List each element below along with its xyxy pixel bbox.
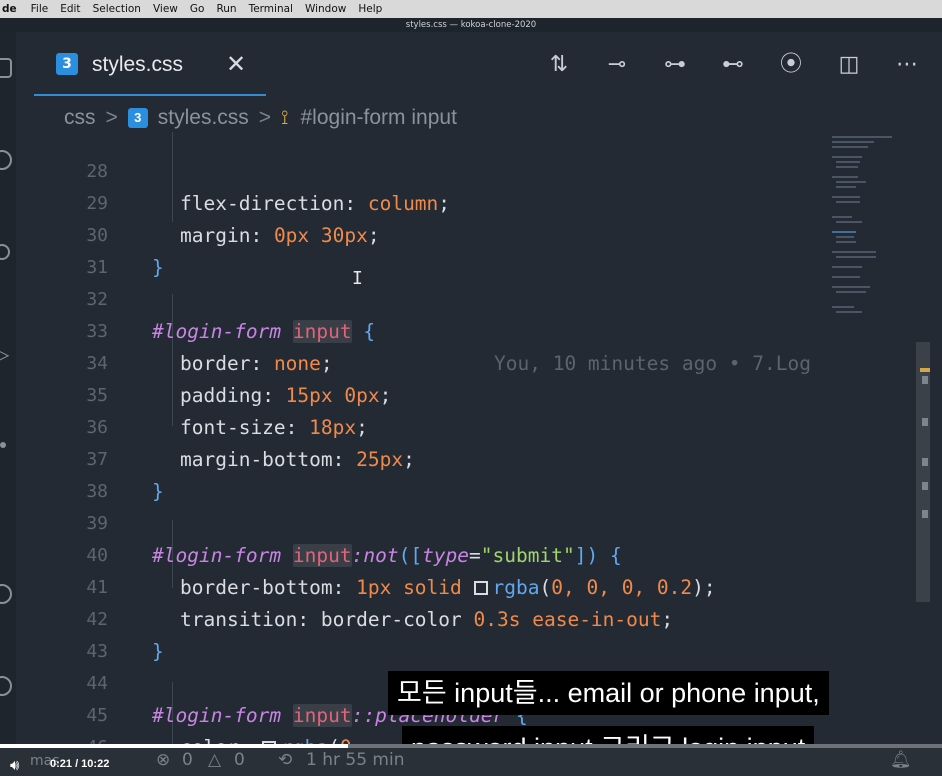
- code-line: 40 border-bottom: 1px solid rgba(0, 0, 0…: [86, 545, 716, 599]
- css-file-icon: 3: [127, 108, 148, 128]
- code-editor[interactable]: 28 flex-direction: column; 29 margin: 0p…: [16, 132, 916, 744]
- explorer-icon[interactable]: [0, 58, 12, 78]
- time-ago: 1 hr 55 min: [306, 750, 405, 770]
- warning-count: 0: [234, 750, 245, 770]
- go-back-icon[interactable]: ⊸: [602, 50, 632, 80]
- account-icon[interactable]: [0, 584, 12, 604]
- minimap[interactable]: [828, 132, 908, 322]
- editor-toolbar: ⇅ ⊸ ⊶ ⊷ ⦿ ◫ ⋯: [516, 50, 922, 80]
- extensions-icon[interactable]: [0, 442, 6, 448]
- code-line: 37 }: [86, 449, 164, 503]
- code-line: 42 }: [86, 609, 164, 663]
- tab-bar: 3 styles.css ✕ ⇅ ⊸ ⊶ ⊷ ⦿ ◫ ⋯: [16, 32, 942, 96]
- subtitle-line-1: 모든 input들... email or phone input,: [388, 671, 829, 715]
- history-icon[interactable]: ⟲: [278, 750, 292, 770]
- code-line: 41 transition: border-color 0.3s ease-in…: [86, 577, 674, 631]
- source-control-activity-icon[interactable]: [0, 244, 10, 260]
- app-menu[interactable]: de: [2, 3, 17, 15]
- split-editor-icon[interactable]: ◫: [834, 50, 864, 80]
- settings-gear-icon[interactable]: [0, 676, 12, 696]
- code-line: 36 margin-bottom: 25px;: [86, 417, 415, 471]
- activity-bar: ▷: [0, 32, 16, 776]
- more-icon[interactable]: ⋯: [892, 50, 922, 80]
- volume-icon[interactable]: 🔊︎: [10, 756, 19, 774]
- menu-go[interactable]: Go: [190, 3, 205, 15]
- code-line: 29 margin: 0px 30px;: [86, 193, 380, 247]
- menu-run[interactable]: Run: [216, 3, 236, 15]
- run-debug-icon[interactable]: ▷: [0, 342, 14, 366]
- close-icon[interactable]: ✕: [226, 50, 246, 78]
- code-line: 32 #login-form input { You, 10 minutes a…: [16, 252, 916, 375]
- menu-selection[interactable]: Selection: [93, 3, 141, 15]
- symbol-class-icon: ⟟: [281, 106, 289, 129]
- code-line: 30 }: [86, 225, 164, 279]
- code-line: 35 font-size: 18px;: [86, 385, 368, 439]
- chevron-right-icon: >: [105, 106, 118, 129]
- menu-edit[interactable]: Edit: [60, 3, 80, 15]
- git-compare-icon[interactable]: ⦿: [776, 50, 806, 80]
- breadcrumb-symbol[interactable]: #login-form input: [301, 106, 457, 130]
- menu-view[interactable]: View: [153, 3, 178, 15]
- menu-help[interactable]: Help: [358, 3, 382, 15]
- warning-icon[interactable]: △: [208, 750, 221, 770]
- menu-bar: de File Edit Selection View Go Run Termi…: [0, 0, 942, 18]
- code-line: 38: [86, 481, 108, 502]
- video-progress-fill: [0, 744, 348, 748]
- vertical-scrollbar[interactable]: [916, 132, 942, 744]
- error-icon[interactable]: ⊗: [156, 750, 170, 770]
- code-line: 43: [86, 641, 108, 662]
- git-commit-icon[interactable]: ⊶: [660, 50, 690, 80]
- css-file-icon: 3: [56, 53, 78, 75]
- chevron-right-icon: >: [258, 106, 272, 129]
- window-title: styles.css — kokoa-clone-2020: [0, 18, 942, 32]
- menu-file[interactable]: File: [31, 3, 49, 15]
- menu-window[interactable]: Window: [305, 3, 346, 15]
- menu-terminal[interactable]: Terminal: [249, 3, 293, 15]
- code-line: 34 padding: 15px 0px;: [86, 353, 392, 407]
- code-line: 44 #login-form input::placeholder {: [86, 673, 528, 727]
- breadcrumb-folder[interactable]: css: [64, 106, 96, 130]
- tab-title: styles.css: [92, 53, 184, 76]
- code-line: 31: [86, 257, 108, 278]
- code-line: 33 border: none;: [86, 321, 333, 375]
- video-time: 0:21 / 10:22: [50, 758, 110, 770]
- search-icon[interactable]: [0, 150, 12, 170]
- status-bar: mas ⊗ 0 △ 0 ⟲ 1 hr 55 min 🔔︎: [0, 744, 942, 776]
- tab-styles-css[interactable]: 3 styles.css ✕: [34, 32, 266, 96]
- code-line: 39 #login-form input:not([type="submit"]…: [86, 513, 622, 567]
- error-count: 0: [182, 750, 193, 770]
- source-control-icon[interactable]: ⇅: [544, 50, 574, 80]
- breadcrumb: css > 3 styles.css > ⟟ #login-form input: [64, 104, 457, 132]
- code-line: 28 flex-direction: column;: [86, 161, 451, 215]
- text-cursor-icon: I: [352, 268, 363, 289]
- breadcrumb-file[interactable]: styles.css: [158, 106, 249, 130]
- go-forward-icon[interactable]: ⊷: [718, 50, 748, 80]
- notification-bell-icon[interactable]: 🔔︎: [890, 750, 912, 770]
